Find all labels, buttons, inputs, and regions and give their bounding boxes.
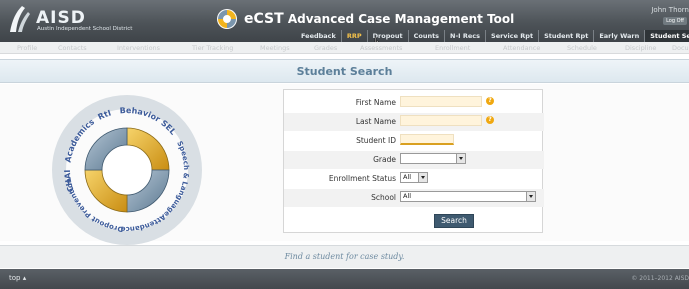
logoff-button[interactable]: Log Off [663,17,687,25]
last-name-label: Last Name [355,117,396,126]
sub-nav: Profile Contacts Interventions Tier Trac… [0,42,689,54]
student-search-form: First Name ? Last Name ? Student ID Grad… [283,89,544,233]
nav-student-rpt[interactable]: Student Rpt [539,30,595,42]
top-link-label: top [9,274,21,282]
subnav-tier-tracking[interactable]: Tier Tracking [192,44,233,52]
enrollment-status-select[interactable]: All [400,172,428,183]
page-caption-bar: Find a student for case study. [0,245,689,268]
chevron-down-icon[interactable] [456,154,465,163]
enrollment-status-value: All [403,173,412,181]
top-link[interactable]: top ▴ [9,274,26,282]
grade-select[interactable] [400,153,466,164]
app-title-text: Advanced Case Management Tool [287,12,515,26]
user-name: John Thorn [651,6,689,14]
logo-text: AISD [36,8,86,28]
nav-ni-recs[interactable]: N-I Recs [445,30,487,42]
subnav-enrollment[interactable]: Enrollment [435,44,470,52]
last-name-input[interactable] [400,115,482,126]
row-school: School All [284,189,544,207]
row-enrollment-status: Enrollment Status All [284,170,544,188]
page-title: Student Search [296,65,393,78]
required-info-icon[interactable]: ? [486,116,494,124]
aisd-logo-icon [10,6,30,32]
chevron-down-icon[interactable] [526,192,535,201]
subnav-meetings[interactable]: Meetings [260,44,290,52]
nav-counts[interactable]: Counts [409,30,446,42]
nav-service-rpt[interactable]: Service Rpt [486,30,540,42]
nav-feedback[interactable]: Feedback [296,30,342,42]
subnav-schedule[interactable]: Schedule [567,44,597,52]
page-caption: Find a student for case study. [284,252,405,261]
logo-subtitle: Austin Independent School District [37,26,133,32]
chevron-down-icon[interactable] [418,173,427,182]
row-student-id: Student ID [284,132,544,150]
school-label: School [371,193,396,202]
enrollment-status-label: Enrollment Status [328,174,396,183]
nav-rrp[interactable]: RRP [342,30,368,42]
student-id-input[interactable] [400,134,454,145]
copyright: © 2011–2012 AISD [631,275,689,282]
nav-student-search[interactable]: Student Search [645,30,689,42]
row-last-name: Last Name ? [284,113,544,131]
top-nav: Feedback RRP Dropout Counts N-I Recs Ser… [296,30,689,42]
up-arrow-icon: ▴ [22,274,27,282]
subnav-profile[interactable]: Profile [17,44,37,52]
school-value: All [403,192,412,200]
subnav-contacts[interactable]: Contacts [58,44,87,52]
nav-early-warn[interactable]: Early Warn [594,30,646,42]
app-title: eCST Advanced Case Management Tool [244,11,514,27]
app-header: AISD Austin Independent School District … [0,0,689,42]
student-support-cycle-graphic: Academics RtI Behavior SEL Speech & Lang… [52,95,202,245]
row-grade: Grade [284,151,544,169]
subnav-docu[interactable]: Docu [672,44,689,52]
grade-label: Grade [373,155,396,164]
first-name-input[interactable] [400,96,482,107]
first-name-label: First Name [355,98,396,107]
school-select[interactable]: All [400,191,536,202]
search-button[interactable]: Search [434,214,474,228]
ecst-cycle-icon [217,9,237,29]
app-title-block: eCST Advanced Case Management Tool [216,8,514,30]
row-first-name: First Name ? [284,94,544,112]
app-brand: eCST [244,11,284,27]
subnav-grades[interactable]: Grades [314,44,337,52]
subnav-interventions[interactable]: Interventions [117,44,160,52]
aisd-logo[interactable]: AISD Austin Independent School District [6,2,216,40]
student-id-label: Student ID [356,136,396,145]
footer-bar: top ▴ © 2011–2012 AISD [0,269,689,289]
subnav-attendance[interactable]: Attendance [503,44,540,52]
page-title-bar: Student Search [0,59,689,83]
required-info-icon[interactable]: ? [486,97,494,105]
subnav-assessments[interactable]: Assessments [360,44,402,52]
subnav-discipline[interactable]: Discipline [625,44,656,52]
